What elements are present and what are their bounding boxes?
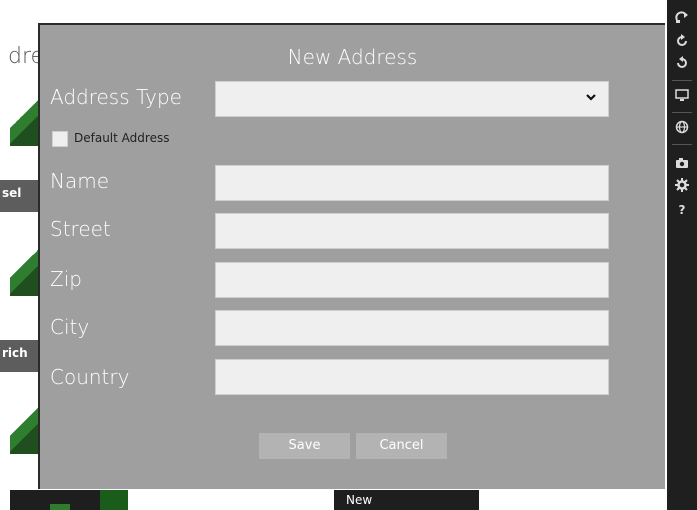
background-tile-label[interactable]: rich	[0, 340, 38, 372]
default-address-label: Default Address	[74, 131, 170, 145]
background-tile[interactable]	[10, 246, 40, 296]
tile-accent	[100, 490, 128, 510]
address-type-select[interactable]	[215, 81, 609, 117]
cancel-button[interactable]: Cancel	[356, 433, 447, 459]
city-label: City	[50, 315, 90, 339]
charm-divider	[672, 112, 692, 113]
address-type-label: Address Type	[50, 85, 182, 109]
street-label: Street	[50, 217, 111, 241]
name-field[interactable]	[215, 165, 609, 201]
app-screen: dre sel rich New ? New Address Address T…	[0, 0, 697, 510]
charm-bar: ?	[667, 0, 697, 510]
tile-graphic	[50, 504, 70, 510]
save-button[interactable]: Save	[259, 433, 350, 459]
share-icon[interactable]	[667, 10, 697, 30]
tile-graphic	[10, 246, 40, 296]
help-icon[interactable]: ?	[667, 200, 697, 220]
display-icon[interactable]	[667, 88, 697, 108]
background-tile[interactable]	[10, 404, 40, 454]
background-new-label: New	[346, 493, 373, 507]
default-address-checkbox[interactable]	[52, 131, 68, 147]
tile-graphic	[10, 404, 40, 454]
new-address-dialog: New Address Address Type Default Address…	[38, 23, 665, 489]
chevron-down-icon	[586, 94, 596, 101]
dialog-title: New Address	[287, 45, 418, 69]
city-field[interactable]	[215, 310, 609, 346]
background-tile-label-text: sel	[2, 186, 22, 200]
background-tile[interactable]	[10, 96, 40, 146]
background-tile-label-text: rich	[2, 346, 28, 360]
background-bottom-tile[interactable]	[10, 490, 128, 510]
globe-icon[interactable]	[667, 120, 697, 140]
refresh-icon[interactable]	[667, 34, 697, 54]
background-new-tile[interactable]: New	[334, 490, 479, 510]
undo-icon[interactable]	[667, 56, 697, 76]
background-tile-label[interactable]: sel	[0, 180, 38, 212]
zip-label: Zip	[50, 267, 82, 291]
name-label: Name	[50, 169, 110, 193]
country-label: Country	[50, 365, 130, 389]
charm-divider	[672, 80, 692, 81]
settings-icon[interactable]	[667, 178, 697, 198]
tile-graphic	[10, 96, 40, 146]
country-field[interactable]	[215, 359, 609, 395]
camera-icon[interactable]	[667, 156, 697, 176]
charm-divider	[672, 144, 692, 145]
zip-field[interactable]	[215, 262, 609, 298]
street-field[interactable]	[215, 213, 609, 249]
